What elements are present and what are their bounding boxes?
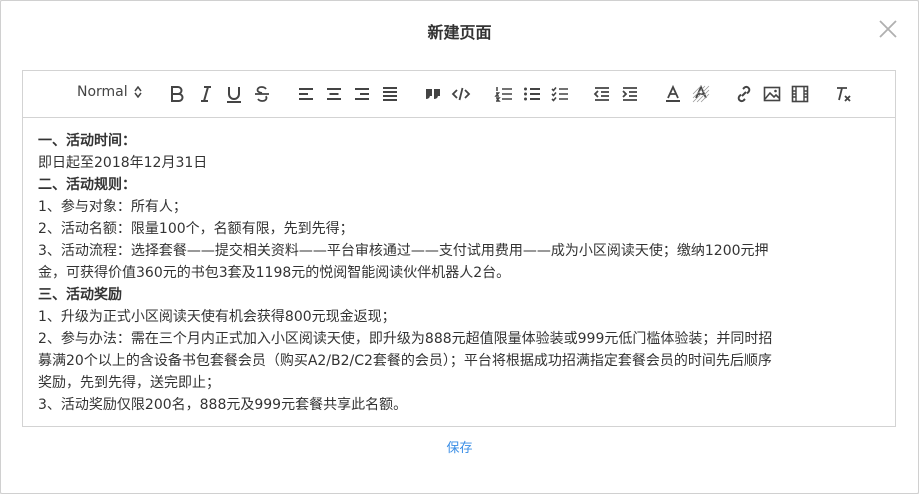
outdent-icon[interactable] bbox=[592, 83, 612, 105]
section-heading: 二、活动规则： bbox=[38, 177, 136, 193]
code-icon[interactable] bbox=[451, 83, 471, 105]
content-line: 3、活动流程：选择套餐——提交相关资料——平台审核通过——支付试用费用——成为小… bbox=[38, 243, 769, 259]
video-icon[interactable] bbox=[790, 83, 810, 105]
background-color-icon[interactable] bbox=[691, 83, 711, 105]
section-heading: 一、活动时间： bbox=[38, 133, 136, 149]
save-button[interactable]: 保存 bbox=[1, 437, 918, 456]
indent-icon[interactable] bbox=[620, 83, 640, 105]
align-justify-icon[interactable] bbox=[380, 83, 400, 105]
editor-toolbar: Normal bbox=[23, 71, 895, 118]
clear-format-icon[interactable] bbox=[834, 83, 854, 105]
header-format-select[interactable]: Normal bbox=[77, 84, 142, 100]
check-list-icon[interactable] bbox=[550, 83, 570, 105]
new-page-dialog: 新建页面 Normal 一、活动时间： 即日起至2018年12月31日 二、活动… bbox=[0, 0, 919, 494]
editor-content[interactable]: 一、活动时间： 即日起至2018年12月31日 二、活动规则： 1、参与对象：所有人；… bbox=[23, 118, 895, 416]
updown-arrow-icon bbox=[134, 86, 142, 98]
content-line: 3、活动奖励仅限200名，888元及999元套餐共享此名额。 bbox=[38, 397, 408, 413]
content-line: 1、参与对象：所有人； bbox=[38, 199, 187, 215]
align-right-icon[interactable] bbox=[352, 83, 372, 105]
link-icon[interactable] bbox=[734, 83, 754, 105]
section-heading: 三、活动奖励 bbox=[38, 287, 122, 303]
rich-text-editor: Normal 一、活动时间： 即日起至2018年12月31日 二、活动规则： 1… bbox=[22, 70, 896, 427]
content-line: 2、活动名额：限量100个，名额有限，先到先得； bbox=[38, 221, 354, 237]
content-line: 1、升级为正式小区阅读天使有机会获得800元现金返现； bbox=[38, 309, 396, 325]
header-format-value: Normal bbox=[77, 84, 128, 100]
align-left-icon[interactable] bbox=[296, 83, 316, 105]
content-line: 金，可获得价值360元的书包3套及1198元的悦阅智能阅读伙伴机器人2台。 bbox=[38, 265, 511, 281]
ordered-list-icon[interactable] bbox=[494, 83, 514, 105]
align-center-icon[interactable] bbox=[324, 83, 344, 105]
bold-icon[interactable] bbox=[167, 83, 187, 105]
content-line: 2、参与办法：需在三个月内正式加入小区阅读天使，即升级为888元超值限量体验装或… bbox=[38, 331, 773, 347]
content-line: 募满20个以上的含设备书包套餐会员（购买A2/B2/C2套餐的会员）；平台将根据… bbox=[38, 353, 772, 369]
dialog-title: 新建页面 bbox=[427, 23, 492, 42]
content-line: 奖励，先到先得，送完即止； bbox=[38, 375, 220, 391]
blockquote-icon[interactable] bbox=[423, 83, 443, 105]
image-icon[interactable] bbox=[762, 83, 782, 105]
content-line: 即日起至2018年12月31日 bbox=[38, 155, 208, 171]
italic-icon[interactable] bbox=[196, 83, 216, 105]
bullet-list-icon[interactable] bbox=[522, 83, 542, 105]
close-icon[interactable] bbox=[876, 17, 900, 41]
underline-icon[interactable] bbox=[224, 83, 244, 105]
text-color-icon[interactable] bbox=[663, 83, 683, 105]
strikethrough-icon[interactable] bbox=[252, 83, 272, 105]
